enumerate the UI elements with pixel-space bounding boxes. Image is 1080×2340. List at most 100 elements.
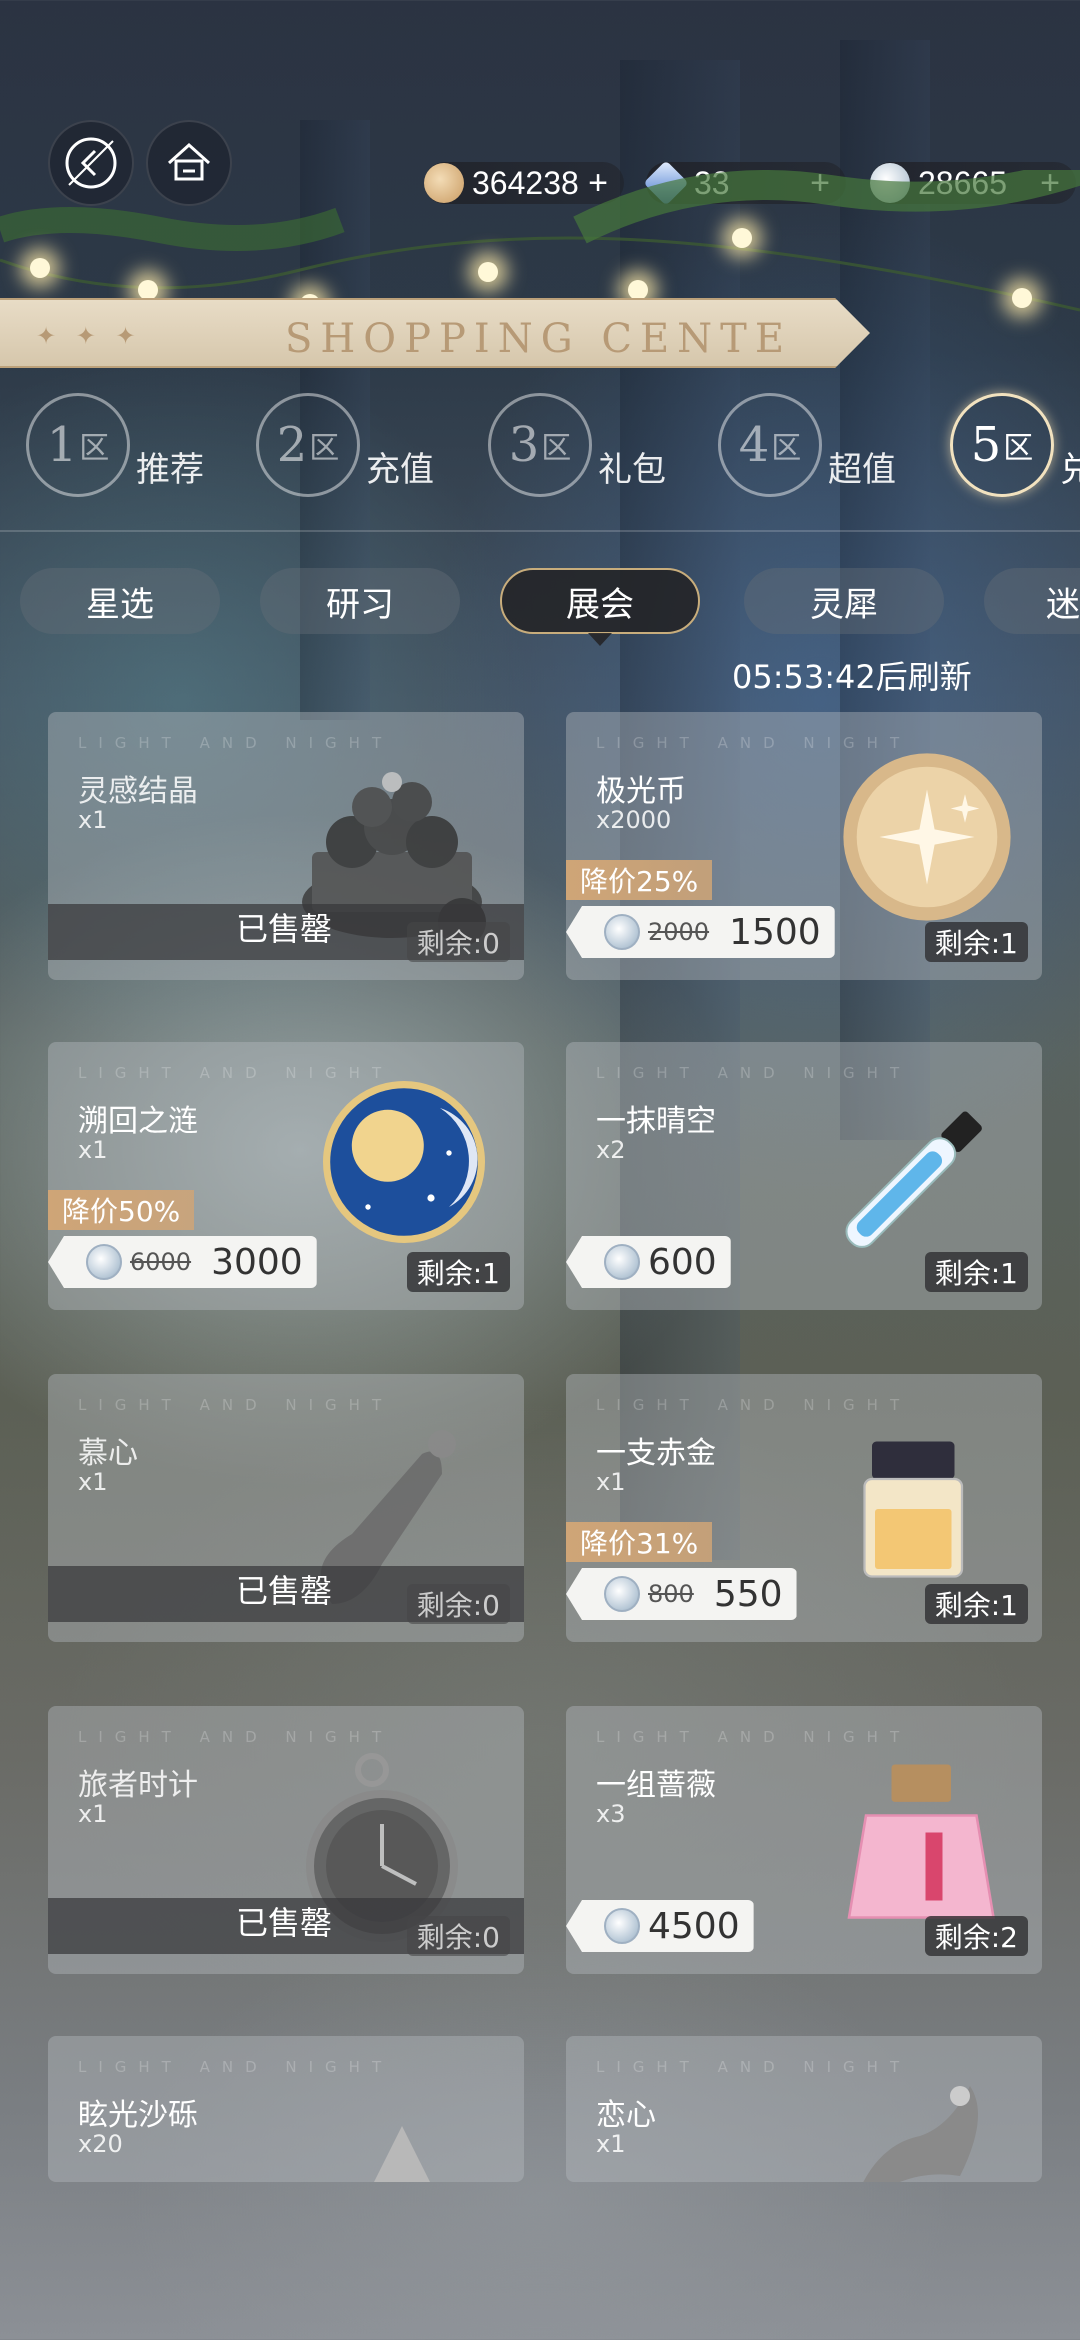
subtab-label: 迷 [1046, 584, 1080, 625]
zone-label: 礼包 [598, 449, 666, 490]
item-name: 溯回之涟 [78, 1104, 198, 1139]
subtab-label: 灵犀 [810, 584, 878, 625]
shop-item-card[interactable]: LIGHT AND NIGHT 恋心 x1 [566, 2036, 1042, 2182]
shop-item-card[interactable]: LIGHT AND NIGHT 溯回之涟 x1 降价50% 6000 3000 … [48, 1042, 524, 1310]
zone-suffix: 区 [1003, 431, 1034, 466]
item-name: 慕心 [78, 1436, 138, 1471]
aurora-coin-icon [843, 753, 1011, 921]
zone-tab-2[interactable]: 2区 充值 [256, 393, 434, 497]
remaining-count: 剩余:0 [406, 922, 510, 962]
zone-number-badge: 5区 [950, 393, 1054, 497]
item-quantity: x1 [78, 1136, 108, 1164]
price: 600 [648, 1241, 717, 1283]
divider [0, 530, 1080, 532]
zone-number: 3 [508, 417, 540, 473]
fairy-lights [0, 170, 1080, 320]
price-tag[interactable]: 6000 3000 [48, 1236, 317, 1288]
item-name: 旅者时计 [78, 1768, 198, 1803]
zone-label: 推荐 [136, 449, 204, 490]
subtab-mi[interactable]: 迷 [984, 568, 1080, 634]
item-quantity: x2 [596, 1136, 626, 1164]
subtab-lingxi[interactable]: 灵犀 [744, 568, 944, 634]
rose-ink-bottle-icon [847, 1764, 996, 1919]
shop-item-card[interactable]: LIGHT AND NIGHT 一抹晴空 x2 600 剩余:1 [566, 1042, 1042, 1310]
original-price: 6000 [130, 1248, 192, 1276]
silver-coin-icon [604, 1244, 640, 1280]
zone-number-badge: 3区 [488, 393, 592, 497]
light-bulb [138, 280, 158, 300]
subtab-label: 星选 [86, 584, 154, 625]
subtab-xingxuan[interactable]: 星选 [20, 568, 220, 634]
zone-number-badge: 4区 [718, 393, 822, 497]
sun-moon-medallion-icon [323, 1081, 485, 1243]
shop-item-card[interactable]: LIGHT AND NIGHT 旅者时计 x1 已售罄 剩余:0 [48, 1706, 524, 1974]
shop-item-card[interactable]: LIGHT AND NIGHT 一组蔷薇 x3 4500 剩余:2 [566, 1706, 1042, 1974]
item-name: 眩光沙砾 [78, 2098, 198, 2133]
item-name: 一抹晴空 [596, 1104, 716, 1139]
zone-suffix: 区 [79, 431, 110, 466]
sold-out-label: 已售罄 [236, 910, 333, 948]
sale-price: 550 [713, 1573, 783, 1615]
watermark: LIGHT AND NIGHT [78, 1728, 394, 1746]
subtab-zhanhui[interactable]: 展会 [500, 568, 700, 646]
discount-badge: 降价31% [566, 1522, 713, 1562]
shop-item-card[interactable]: LIGHT AND NIGHT 慕心 x1 已售罄 剩余:0 [48, 1374, 524, 1642]
shop-item-card[interactable]: LIGHT AND NIGHT 灵感结晶 x1 已售罄 剩余:0 [48, 712, 524, 980]
zone-tab-3[interactable]: 3区 礼包 [488, 393, 666, 497]
zone-tab-1[interactable]: 1区 推荐 [26, 393, 204, 497]
zone-number: 5 [970, 417, 1002, 473]
light-bulb [30, 258, 50, 278]
sold-out-label: 已售罄 [236, 1904, 333, 1942]
original-price: 800 [648, 1580, 694, 1608]
zone-tab-5[interactable]: 5区 兑 [950, 393, 1080, 497]
price-tag[interactable]: 600 [566, 1236, 731, 1288]
zone-suffix: 区 [541, 431, 572, 466]
item-name: 极光币 [596, 774, 686, 809]
remaining-count: 剩余:1 [924, 922, 1028, 962]
zone-suffix: 区 [309, 431, 340, 466]
item-name: 恋心 [596, 2098, 656, 2133]
light-string [0, 170, 1080, 312]
subtab-label: 展会 [566, 584, 634, 625]
zone-suffix: 区 [771, 431, 802, 466]
item-name: 一组蔷薇 [596, 1768, 716, 1803]
zone-number: 1 [46, 417, 78, 473]
watermark: LIGHT AND NIGHT [78, 1396, 394, 1414]
subtab-yanxi[interactable]: 研习 [260, 568, 460, 634]
zone-label: 兑 [1060, 449, 1080, 490]
watermark: LIGHT AND NIGHT [596, 1728, 912, 1746]
item-quantity: x1 [78, 806, 108, 834]
zone-label: 充值 [366, 449, 434, 490]
shop-item-card[interactable]: LIGHT AND NIGHT 极光币 x2000 降价25% 2000 150… [566, 712, 1042, 980]
remaining-count: 剩余:1 [406, 1252, 510, 1292]
shop-item-card[interactable]: LIGHT AND NIGHT 一支赤金 x1 降价31% 800 550 剩余… [566, 1374, 1042, 1642]
price-tag[interactable]: 800 550 [566, 1568, 797, 1620]
silver-coin-icon [604, 1576, 640, 1612]
remaining-count: 剩余:0 [406, 1916, 510, 1956]
watermark: LIGHT AND NIGHT [596, 1064, 912, 1082]
remaining-count: 剩余:1 [924, 1584, 1028, 1624]
gold-perfume-icon [863, 1441, 964, 1578]
light-bulb [1012, 288, 1032, 308]
discount-badge: 降价50% [48, 1190, 195, 1230]
item-quantity: x1 [78, 1468, 108, 1496]
zone-tab-4[interactable]: 4区 超值 [718, 393, 896, 497]
zone-number: 2 [276, 417, 308, 473]
zone-number: 4 [738, 417, 770, 473]
discount-badge: 降价25% [566, 860, 713, 900]
price-tag[interactable]: 2000 1500 [566, 906, 835, 958]
price-tag[interactable]: 4500 [566, 1900, 754, 1952]
silver-coin-icon [86, 1244, 122, 1280]
item-quantity: x1 [596, 2130, 626, 2158]
item-quantity: x20 [78, 2130, 123, 2158]
sold-out-label: 已售罄 [236, 1572, 333, 1610]
original-price: 2000 [648, 918, 710, 946]
refresh-timer: 05:53:42后刷新 [732, 658, 972, 696]
banner-title: SHOPPING CENTE [285, 316, 793, 362]
light-bulb [628, 280, 648, 300]
jewel-flower-icon [863, 2086, 978, 2182]
shop-item-card[interactable]: LIGHT AND NIGHT 眩光沙砾 x20 [48, 2036, 524, 2182]
sale-price: 3000 [211, 1241, 303, 1283]
watermark: LIGHT AND NIGHT [596, 1396, 912, 1414]
remaining-count: 剩余:0 [406, 1584, 510, 1624]
